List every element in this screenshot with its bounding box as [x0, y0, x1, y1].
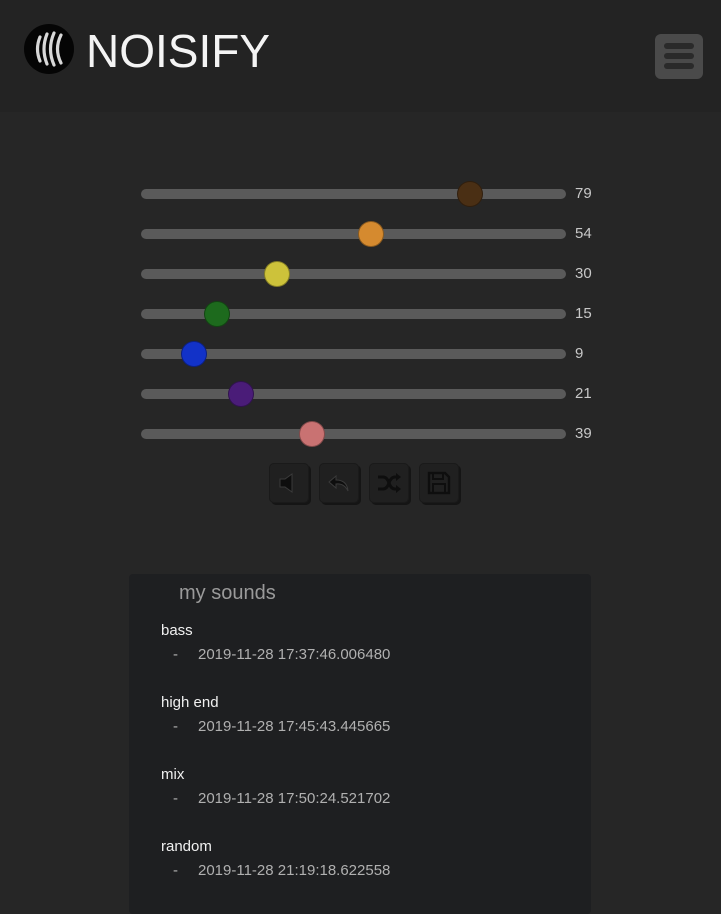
speaker-mute-icon — [279, 473, 293, 493]
sound-dash: - — [173, 718, 178, 735]
slider-thumb[interactable] — [204, 301, 231, 327]
sound-list-item[interactable]: bass - 2019-11-28 17:37:46.006480 — [161, 622, 581, 672]
my-sounds-title: my sounds — [179, 582, 276, 604]
menu-bar — [664, 43, 694, 49]
shuffle-button[interactable] — [369, 463, 409, 503]
menu-bar — [664, 63, 694, 69]
sound-timestamp: 2019-11-28 17:50:24.521702 — [198, 790, 391, 807]
slider-thumb[interactable] — [358, 221, 385, 247]
volume-slider-1[interactable]: 79 — [141, 180, 611, 208]
sound-name[interactable]: high end — [161, 694, 219, 712]
slider-value: 39 — [575, 425, 592, 442]
slider-thumb[interactable] — [299, 421, 326, 447]
mute-button[interactable] — [269, 463, 309, 503]
slider-value: 9 — [575, 345, 584, 362]
undo-arrow-icon — [328, 474, 349, 492]
slider-track[interactable] — [141, 269, 566, 279]
slider-value: 54 — [575, 225, 592, 242]
volume-slider-7[interactable]: 39 — [141, 420, 611, 448]
slider-thumb[interactable] — [263, 261, 290, 287]
app-title[interactable]: NOISIFY — [86, 24, 270, 78]
undo-button[interactable] — [319, 463, 359, 503]
sound-timestamp: 2019-11-28 21:19:18.622558 — [198, 862, 391, 879]
save-button[interactable] — [419, 463, 459, 503]
sound-name[interactable]: random — [161, 838, 212, 856]
hamburger-menu-icon[interactable] — [655, 34, 703, 79]
sound-waves-icon[interactable] — [24, 24, 74, 74]
shuffle-icon — [378, 473, 401, 493]
sound-timestamp: 2019-11-28 17:37:46.006480 — [198, 646, 391, 663]
slider-track[interactable] — [141, 229, 566, 239]
floppy-disk-icon — [427, 471, 451, 495]
slider-track[interactable] — [141, 429, 566, 439]
sound-timestamp: 2019-11-28 17:45:43.445665 — [198, 718, 391, 735]
slider-thumb[interactable] — [180, 341, 207, 367]
slider-thumb[interactable] — [227, 381, 254, 407]
sound-list-item[interactable]: mix - 2019-11-28 17:50:24.521702 — [161, 766, 581, 816]
slider-thumb[interactable] — [457, 181, 484, 207]
volume-slider-3[interactable]: 30 — [141, 260, 611, 288]
menu-bar — [664, 53, 694, 59]
volume-slider-6[interactable]: 21 — [141, 380, 611, 408]
slider-track[interactable] — [141, 189, 566, 199]
sound-dash: - — [173, 862, 178, 879]
sound-name[interactable]: bass — [161, 622, 193, 640]
sound-dash: - — [173, 646, 178, 663]
my-sounds-panel: my sounds bass - 2019-11-28 17:37:46.006… — [129, 574, 591, 914]
slider-value: 21 — [575, 385, 592, 402]
volume-slider-2[interactable]: 54 — [141, 220, 611, 248]
sound-dash: - — [173, 790, 178, 807]
slider-value: 30 — [575, 265, 592, 282]
slider-value: 15 — [575, 305, 592, 322]
app-header: NOISIFY — [0, 0, 721, 112]
sound-name[interactable]: mix — [161, 766, 184, 784]
sound-list-item[interactable]: high end - 2019-11-28 17:45:43.445665 — [161, 694, 581, 744]
sound-list-item[interactable]: random - 2019-11-28 21:19:18.622558 — [161, 838, 581, 888]
slider-track[interactable] — [141, 389, 566, 399]
volume-slider-4[interactable]: 15 — [141, 300, 611, 328]
sound-controls — [269, 463, 461, 505]
volume-slider-5[interactable]: 9 — [141, 340, 611, 368]
slider-value: 79 — [575, 185, 592, 202]
